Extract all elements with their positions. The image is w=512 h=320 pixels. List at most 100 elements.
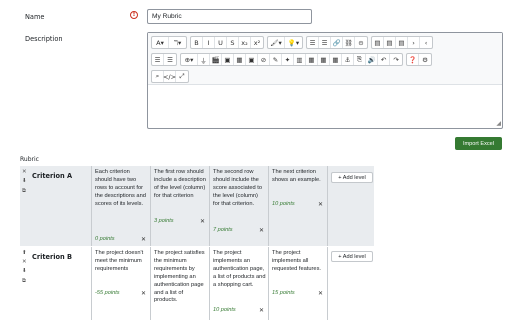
toolbar-button-icon[interactable]: ✎ [270,54,282,65]
level-score[interactable]: 15 points [272,290,295,296]
level-definition[interactable]: The first row should include a descripti… [154,169,207,201]
toolbar-button-icon[interactable]: ☰ [307,37,319,48]
duplicate-icon[interactable]: ⧉ [22,188,26,194]
toolbar-button-icon[interactable]: ⤢ [176,71,188,82]
toolbar-button-icon[interactable]: ▦ [306,54,318,65]
level-cell[interactable]: The project satisfies the minimum requir… [150,247,209,320]
toolbar-row-1: A▾ ℸ▾ B I U Sx₂ x² 🖌▾ 💡▾ ☰ ☰ 🔗 ⛓ ⊝ ▤ ▤ ▤ › ‹ [151,36,436,49]
import-excel-button[interactable]: Import Excel [455,137,502,150]
toolbar-group: 🖌▾ 💡▾ [267,36,303,49]
required-icon: ! [130,11,138,19]
add-level-button[interactable]: + Add level [331,251,373,262]
level-definition[interactable]: The second row should include the score … [213,169,266,209]
toolbar-button-icon[interactable]: ℸ▾ [169,37,186,48]
level-cell[interactable]: The project implements all requested fea… [268,247,327,320]
toolbar-button-icon[interactable]: ⏚ [198,54,210,65]
level-score[interactable]: 10 points [213,307,236,313]
toolbar-button-icon[interactable]: x² [251,37,263,48]
toolbar-button-icon[interactable]: ⊝ [355,37,367,48]
toolbar-button-icon[interactable]: ⛓ [343,37,355,48]
level-score[interactable]: -55 points [95,290,120,296]
toolbar-button-icon[interactable]: ‹ [420,37,432,48]
duplicate-icon[interactable]: ⧉ [22,278,26,284]
delete-level-icon[interactable]: ✕ [318,290,323,297]
toolbar-row-2: ☰ ☰ ⊕▾ ⏚ 🎬 ▣ ▦ ▣ ⊘ ✎ ✦ ▥ ▦ ▦ ▦ ⚓ ⎘ 🔊 ↶ ↷ ❓ ⚙ [151,53,435,66]
toolbar-button-icon[interactable]: ☰ [319,37,331,48]
toolbar-button-icon[interactable]: ⚙ [419,54,431,65]
move-down-icon[interactable]: ⬇ [22,178,27,184]
name-label: Name [25,13,45,21]
toolbar-button-icon[interactable]: ⊕▾ [181,54,198,65]
delete-level-icon[interactable]: ✕ [318,201,323,208]
toolbar-button-icon[interactable]: S [227,37,239,48]
name-input[interactable] [147,9,312,24]
delete-level-icon[interactable]: ✕ [200,218,205,225]
toolbar-button-icon[interactable]: ▦ [234,54,246,65]
level-definition[interactable]: The next criterion shows an example. [272,169,325,185]
delete-level-icon[interactable]: ✕ [259,227,264,234]
move-down-icon[interactable]: ⬇ [22,268,27,274]
rubric-label: Rubric [20,156,39,163]
toolbar-button-icon[interactable]: U [215,37,227,48]
toolbar-button-icon[interactable]: x₂ [239,37,251,48]
toolbar-button-icon[interactable]: ↶ [378,54,390,65]
level-cell[interactable]: The first row should include a descripti… [150,166,209,246]
toolbar-button-icon[interactable]: 🎬 [210,54,222,65]
toolbar-button-icon[interactable]: ▥ [294,54,306,65]
level-definition[interactable]: Each criterion should have two rows to a… [95,169,148,209]
toolbar-group: ☰ ☰ 🔗 ⛓ ⊝ [306,36,368,49]
level-cell[interactable]: The next criterion shows an example. 10 … [268,166,327,246]
delete-level-icon[interactable]: ✕ [141,290,146,297]
level-cell[interactable]: Each criterion should have two rows to a… [91,166,150,246]
add-level-button[interactable]: + Add level [331,172,373,183]
level-cell[interactable]: The project implements an authentication… [209,247,268,320]
toolbar-group: ☰ ☰ [151,53,177,66]
toolbar-button-icon[interactable]: 🔗 [331,37,343,48]
delete-criterion-icon[interactable]: ✕ [22,259,27,265]
level-score[interactable]: 3 points [154,218,174,224]
toolbar-button-icon[interactable]: 🔊 [366,54,378,65]
resize-handle-icon[interactable]: ◢ [496,120,501,127]
toolbar-button-icon[interactable]: ☰ [164,54,176,65]
criterion-description[interactable]: Criterion A [32,172,72,180]
level-definition[interactable]: The project doesn't meet the minimum req… [95,250,148,274]
delete-level-icon[interactable]: ✕ [259,307,264,314]
toolbar-button-icon[interactable]: ▦ [318,54,330,65]
editor-content-area[interactable] [148,85,502,128]
toolbar-button-icon[interactable]: </> [163,71,176,82]
toolbar-button-icon[interactable]: A▾ [152,37,169,48]
level-definition[interactable]: The project implements an authentication… [213,250,266,290]
level-definition[interactable]: The project satisfies the minimum requir… [154,250,207,305]
toolbar-group: A▾ ℸ▾ [151,36,187,49]
toolbar-button-icon[interactable]: ⚓ [342,54,354,65]
toolbar-button-icon[interactable]: ▣ [246,54,258,65]
delete-criterion-icon[interactable]: ✕ [22,169,27,175]
level-score[interactable]: 0 points [95,236,115,242]
description-editor: A▾ ℸ▾ B I U Sx₂ x² 🖌▾ 💡▾ ☰ ☰ 🔗 ⛓ ⊝ ▤ ▤ ▤ › ‹ ☰ ☰ ⊕▾ ⏚ 🎬 ▣ ▦ ▣ ⊘ ✎ ✦ ▥… [147,32,503,129]
toolbar-button-icon[interactable]: ↷ [390,54,402,65]
level-cell[interactable]: The project doesn't meet the minimum req… [91,247,150,320]
level-score[interactable]: 10 points [272,201,295,207]
toolbar-button-icon[interactable]: ☰ [152,54,164,65]
toolbar-button-icon[interactable]: I [203,37,215,48]
toolbar-button-icon[interactable]: ▤ [396,37,408,48]
toolbar-button-icon[interactable]: 🖌▾ [268,37,285,48]
level-cell[interactable]: The second row should include the score … [209,166,268,246]
toolbar-button-icon[interactable]: ⊘ [258,54,270,65]
level-score[interactable]: 7 points [213,227,233,233]
toolbar-button-icon[interactable]: 💡▾ [285,37,302,48]
toolbar-button-icon[interactable]: ❓ [407,54,419,65]
toolbar-button-icon[interactable]: › [408,37,420,48]
criterion-row: ✕ ⬇ ⧉ Criterion A Each criterion should … [20,166,374,246]
toolbar-button-icon[interactable]: ✦ [282,54,294,65]
toolbar-button-icon[interactable]: ▤ [372,37,384,48]
toolbar-button-icon[interactable]: B [191,37,203,48]
level-definition[interactable]: The project implements all requested fea… [272,250,325,274]
delete-level-icon[interactable]: ✕ [141,236,146,243]
toolbar-button-icon[interactable]: ▤ [384,37,396,48]
criterion-description[interactable]: Criterion B [32,253,72,261]
toolbar-button-icon[interactable]: ▣ [222,54,234,65]
move-up-icon[interactable]: ⬆ [22,250,27,256]
toolbar-button-icon[interactable]: ▦ [330,54,342,65]
toolbar-button-icon[interactable]: ⎘ [354,54,366,65]
